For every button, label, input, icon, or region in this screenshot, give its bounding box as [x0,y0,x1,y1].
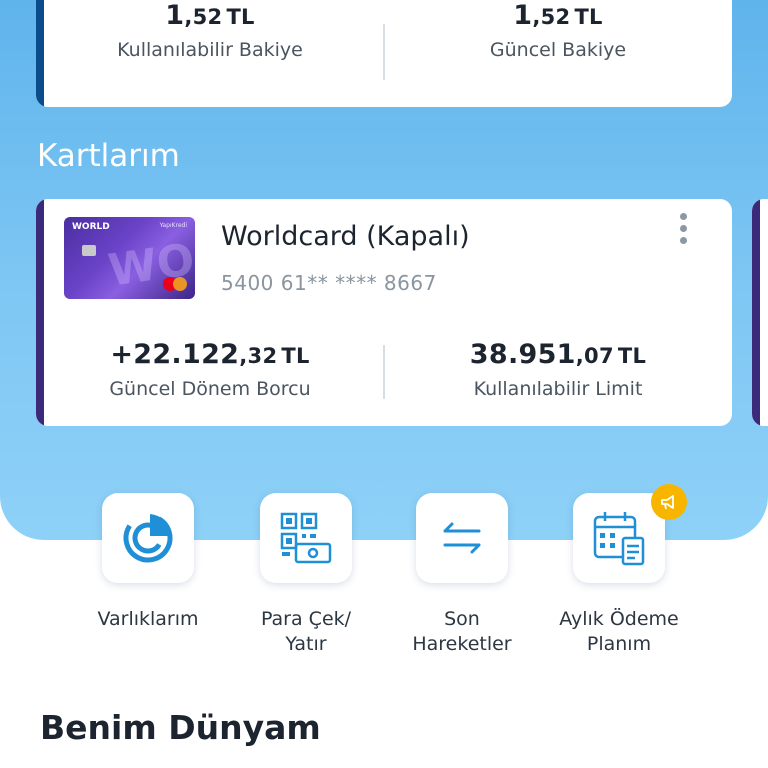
calendar-plan-icon [593,512,645,566]
action-tile[interactable] [102,493,194,583]
mastercard-logo-icon [163,277,187,291]
card-brand-text: WORLD [72,222,110,232]
available-limit-amount: 38.951,07 TL [384,339,732,370]
available-limit-label: Kullanılabilir Limit [473,378,643,400]
action-tile[interactable] [416,493,508,583]
amount-integer: 38.951 [469,339,576,370]
amount-integer: 1 [165,0,185,31]
amount-integer: +22.122 [110,339,240,370]
my-world-section-title: Benim Dünyam [40,708,321,747]
available-limit: 38.951,07 TL Kullanılabilir Limit [384,339,732,400]
amount-currency: TL [574,5,603,29]
card-image: WORLD YapıKredi WORLD [64,217,195,299]
card-chip-icon [82,245,96,256]
next-card-peek[interactable] [752,199,768,426]
amount-currency: TL [281,344,310,368]
amount-decimal: ,52 [532,5,571,29]
amount-decimal: ,52 [184,5,223,29]
period-debt: +22.122,32 TL Güncel Dönem Borcu [36,339,384,400]
action-label: Aylık Ödeme Planım [559,608,679,655]
amount-decimal: ,32 [239,344,278,368]
current-balance-amount: 1,52 TL [384,0,732,31]
current-balance: 1,52 TL Güncel Bakiye [384,0,732,61]
available-balance-amount: 1,52 TL [36,0,384,31]
transfer-arrows-icon [443,522,481,554]
amount-integer: 1 [513,0,533,31]
amount-currency: TL [617,344,647,368]
card-options-menu-icon[interactable] [676,213,690,249]
qr-cash-icon [280,512,332,564]
megaphone-badge-icon [651,484,687,520]
amount-decimal: ,07 [575,344,614,368]
action-son-hareketler[interactable]: Son Hareketler [382,493,542,657]
card-number: 5400 61** **** 8667 [221,271,437,295]
action-para-cek-yatir[interactable]: Para Çek/ Yatır [226,493,386,657]
credit-card-item[interactable]: WORLD YapıKredi WORLD Worldcard (Kapalı)… [36,199,732,426]
available-balance-label: Kullanılabilir Bakiye [117,39,303,61]
action-varliklarim[interactable]: Varlıklarım [68,493,228,632]
assets-pie-icon [123,513,173,563]
current-balance-label: Güncel Bakiye [489,39,627,61]
card-name: Worldcard (Kapalı) [221,221,470,252]
action-tile[interactable] [260,493,352,583]
action-label: Para Çek/ Yatır [260,608,352,655]
card-stripe [752,199,760,426]
action-label: Varlıklarım [97,608,199,630]
available-balance: 1,52 TL Kullanılabilir Bakiye [36,0,384,61]
period-debt-amount: +22.122,32 TL [36,339,384,370]
account-balance-card[interactable]: 1,52 TL Kullanılabilir Bakiye 1,52 TL Günc… [36,0,732,107]
amount-currency: TL [226,5,255,29]
action-label: Son Hareketler [412,608,512,655]
period-debt-label: Güncel Dönem Borcu [109,378,311,400]
quick-actions: Varlıklarım Para Çek/ Yatır Son Hareketl… [0,493,768,673]
cards-section-title: Kartlarım [37,138,180,174]
card-bank-text: YapıKredi [159,222,187,229]
